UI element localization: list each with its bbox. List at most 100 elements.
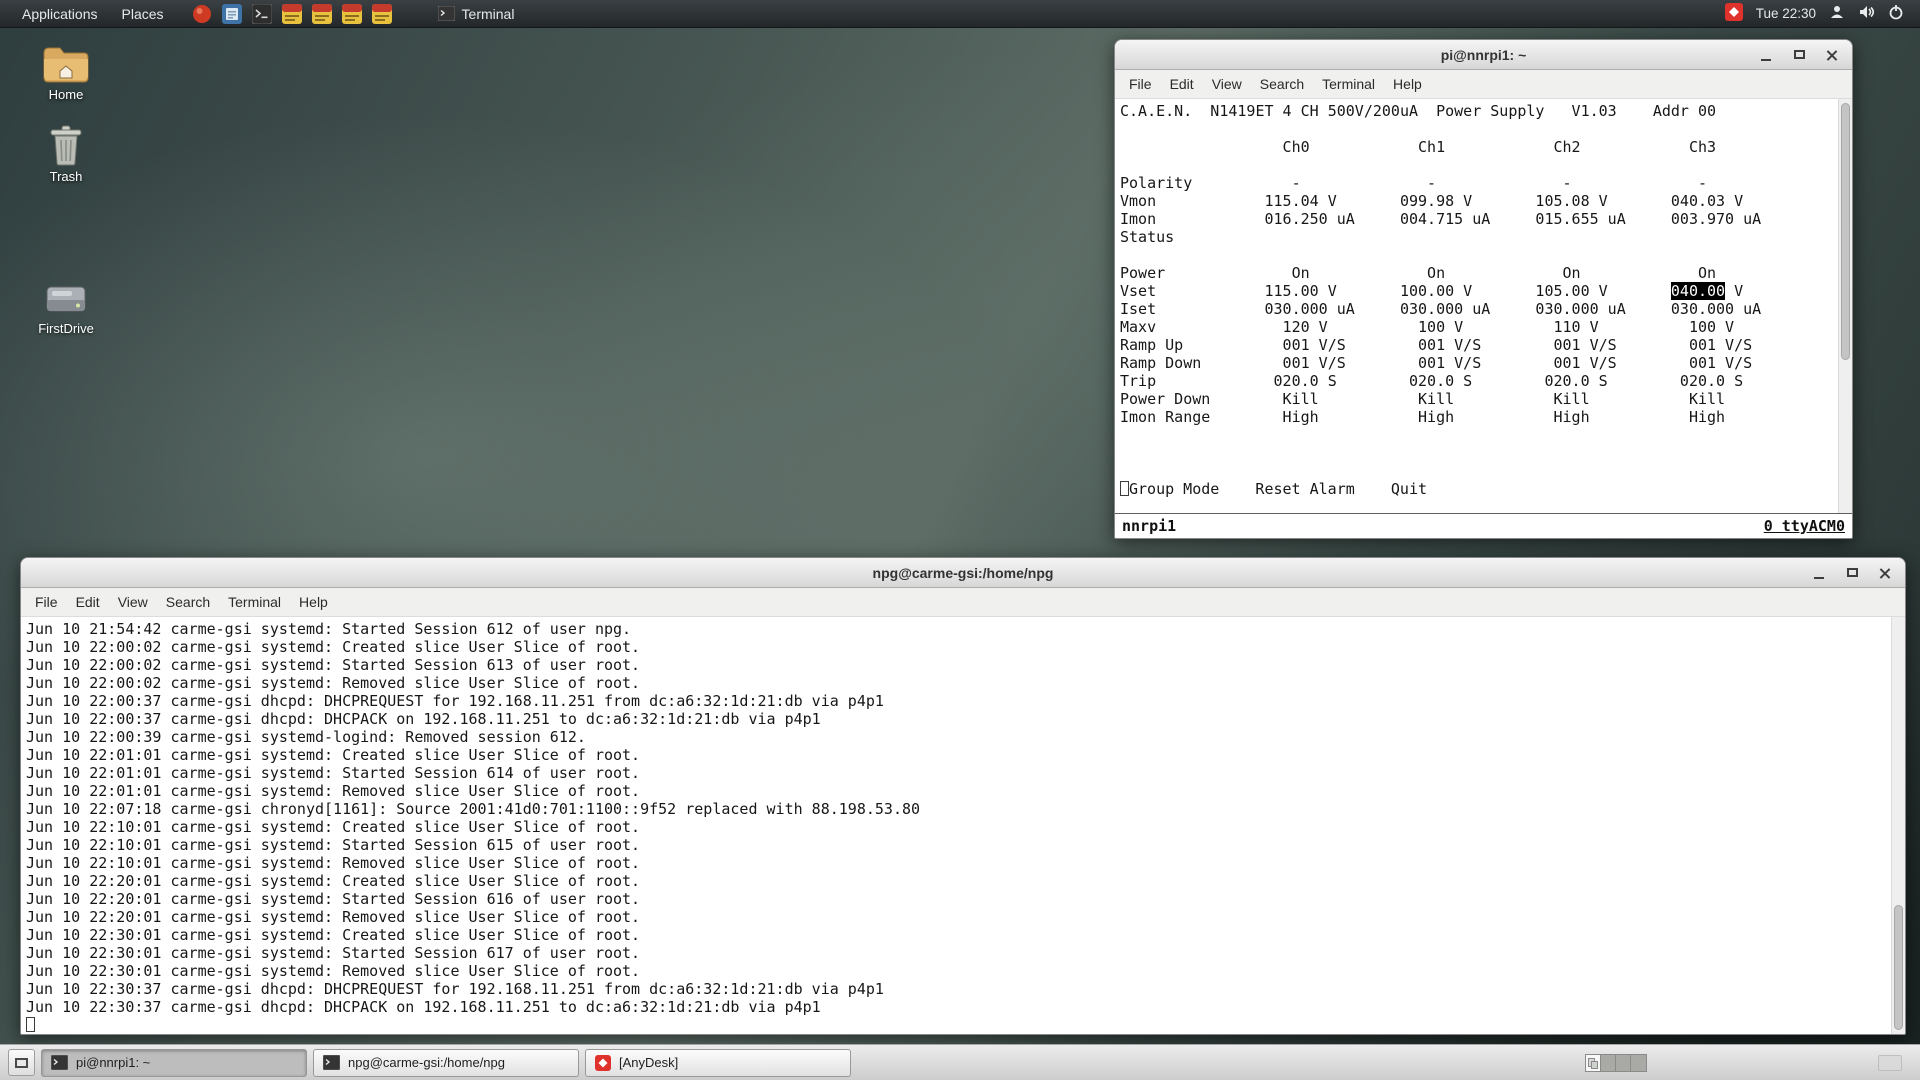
minimize-button[interactable] (1754, 44, 1778, 66)
menu-view[interactable]: View (1203, 72, 1251, 96)
app-launcher-yellow-3[interactable] (342, 4, 362, 24)
workspace-2[interactable] (1601, 1055, 1616, 1071)
scrollbar[interactable] (1891, 617, 1905, 1034)
app-launcher-yellow-4[interactable] (372, 4, 392, 24)
terminal-line: Jun 10 22:30:01 carme-gsi systemd: Creat… (26, 926, 1891, 944)
menu-terminal[interactable]: Terminal (1313, 72, 1384, 96)
menu-terminal[interactable]: Terminal (219, 590, 290, 614)
terminal-window-npg-carme-gsi: npg@carme-gsi:/home/npg File Edit View S… (20, 557, 1906, 1035)
desktop-icon-label: Trash (50, 169, 83, 184)
trash-icon (46, 124, 86, 166)
terminal-line: Group Mode Reset Alarm Quit (1120, 480, 1838, 498)
terminal-line: Jun 10 22:00:39 carme-gsi systemd-logind… (26, 728, 1891, 746)
workspace-4[interactable] (1631, 1055, 1646, 1071)
terminal-line: Imon 016.250 uA 004.715 uA 015.655 uA 00… (1120, 210, 1838, 228)
terminal-line: Status (1120, 228, 1838, 246)
scrollbar-thumb[interactable] (1894, 905, 1903, 1030)
titlebar[interactable]: npg@carme-gsi:/home/npg (21, 558, 1905, 588)
menu-help[interactable]: Help (290, 590, 337, 614)
menu-search[interactable]: Search (157, 590, 219, 614)
volume-icon[interactable] (1858, 4, 1875, 23)
window-controls (1754, 40, 1844, 69)
close-button[interactable] (1873, 562, 1897, 584)
red-app-launcher[interactable] (192, 4, 212, 24)
desktop-icon-label: Home (49, 87, 84, 102)
terminal-line: Power Down Kill Kill Kill Kill (1120, 390, 1838, 408)
desktop: Applications Places (0, 0, 1920, 1080)
taskbar-button-label: [AnyDesk] (619, 1055, 678, 1070)
terminal-panel-label: Terminal (462, 6, 515, 22)
terminal-line (1120, 246, 1838, 264)
menu-edit[interactable]: Edit (1161, 72, 1203, 96)
scrollbar[interactable] (1838, 99, 1852, 513)
menu-help[interactable]: Help (1384, 72, 1431, 96)
terminal-icon (252, 4, 272, 24)
maximize-icon (1794, 50, 1805, 59)
terminal-launcher-dark[interactable] (252, 4, 272, 24)
show-desktop-button[interactable] (8, 1049, 35, 1076)
maximize-button[interactable] (1840, 562, 1864, 584)
maximize-button[interactable] (1787, 44, 1811, 66)
yellow-app-icon (282, 4, 302, 24)
workspace-switcher[interactable] (1585, 1054, 1647, 1072)
anydesk-tray-icon[interactable] (1725, 3, 1743, 24)
terminal-line (1120, 444, 1838, 462)
workspace-3[interactable] (1616, 1055, 1631, 1071)
minimize-icon (1761, 59, 1771, 61)
window-title: npg@carme-gsi:/home/npg (21, 565, 1905, 581)
terminal-panel-item[interactable]: Terminal (438, 6, 515, 22)
show-desktop-icon (15, 1058, 28, 1068)
close-button[interactable] (1820, 44, 1844, 66)
taskbar-button-pi-nnrpi1[interactable]: pi@nnrpi1: ~ (41, 1049, 307, 1077)
panel-launchers (192, 4, 392, 24)
places-menu[interactable]: Places (110, 0, 176, 27)
minimize-button[interactable] (1807, 562, 1831, 584)
workspace-1[interactable] (1586, 1055, 1601, 1071)
terminal-line: Jun 10 22:20:01 carme-gsi systemd: Remov… (26, 908, 1891, 926)
titlebar[interactable]: pi@nnrpi1: ~ (1115, 40, 1852, 70)
terminal-line (1120, 120, 1838, 138)
terminal-line: Jun 10 22:00:37 carme-gsi dhcpd: DHCPREQ… (26, 692, 1891, 710)
terminal-line (26, 1016, 1891, 1034)
taskbar-button-label: pi@nnrpi1: ~ (76, 1055, 150, 1070)
menu-edit[interactable]: Edit (67, 590, 109, 614)
scrollbar-thumb[interactable] (1841, 103, 1850, 360)
desktop-icon-firstdrive[interactable]: FirstDrive (20, 280, 112, 336)
terminal-line: Vset 115.00 V 100.00 V 105.00 V 040.00 V (1120, 282, 1838, 300)
menu-search[interactable]: Search (1251, 72, 1313, 96)
terminal-output-caen[interactable]: C.A.E.N. N1419ET 4 CH 500V/200uA Power S… (1115, 99, 1838, 513)
terminal-output-syslog[interactable]: Jun 10 21:54:42 carme-gsi systemd: Start… (21, 617, 1891, 1034)
terminal-line: Jun 10 22:10:01 carme-gsi systemd: Start… (26, 836, 1891, 854)
terminal-line: Iset 030.000 uA 030.000 uA 030.000 uA 03… (1120, 300, 1838, 318)
power-icon[interactable] (1888, 4, 1904, 23)
taskbar-button-anydesk[interactable]: [AnyDesk] (585, 1049, 851, 1077)
applications-menu[interactable]: Applications (10, 0, 110, 27)
terminal-window-pi-nnrpi1: pi@nnrpi1: ~ File Edit View Search Termi… (1114, 39, 1853, 539)
app-launcher-yellow-2[interactable] (312, 4, 332, 24)
file-manager-launcher[interactable] (222, 4, 242, 24)
desktop-icon-label: FirstDrive (38, 321, 94, 336)
clock[interactable]: Tue 22:30 (1756, 6, 1816, 21)
terminal-line: Jun 10 22:00:02 carme-gsi systemd: Remov… (26, 674, 1891, 692)
app-launcher-yellow-1[interactable] (282, 4, 302, 24)
menubar: File Edit View Search Terminal Help (1115, 70, 1852, 99)
desktop-icon-trash[interactable]: Trash (20, 124, 112, 184)
desktop-icon-home[interactable]: Home (20, 44, 112, 102)
terminal-line: Jun 10 22:00:02 carme-gsi systemd: Creat… (26, 638, 1891, 656)
menu-view[interactable]: View (109, 590, 157, 614)
window-title: pi@nnrpi1: ~ (1115, 47, 1852, 63)
menu-file[interactable]: File (1120, 72, 1161, 96)
terminal-line: Jun 10 22:01:01 carme-gsi systemd: Remov… (26, 782, 1891, 800)
menu-file[interactable]: File (26, 590, 67, 614)
yellow-app-icon (312, 4, 332, 24)
terminal-line: Jun 10 22:07:18 carme-gsi chronyd[1161]:… (26, 800, 1891, 818)
terminal-line (1120, 426, 1838, 444)
user-icon[interactable] (1829, 4, 1845, 23)
drive-icon (43, 280, 89, 318)
terminal-icon (438, 6, 455, 21)
terminal-line: Jun 10 22:30:37 carme-gsi dhcpd: DHCPREQ… (26, 980, 1891, 998)
terminal-line: Jun 10 22:30:01 carme-gsi systemd: Remov… (26, 962, 1891, 980)
taskbar-button-npg-carme-gsi[interactable]: npg@carme-gsi:/home/npg (313, 1049, 579, 1077)
close-icon (1826, 49, 1838, 61)
panel-corner-applet[interactable] (1878, 1055, 1902, 1071)
